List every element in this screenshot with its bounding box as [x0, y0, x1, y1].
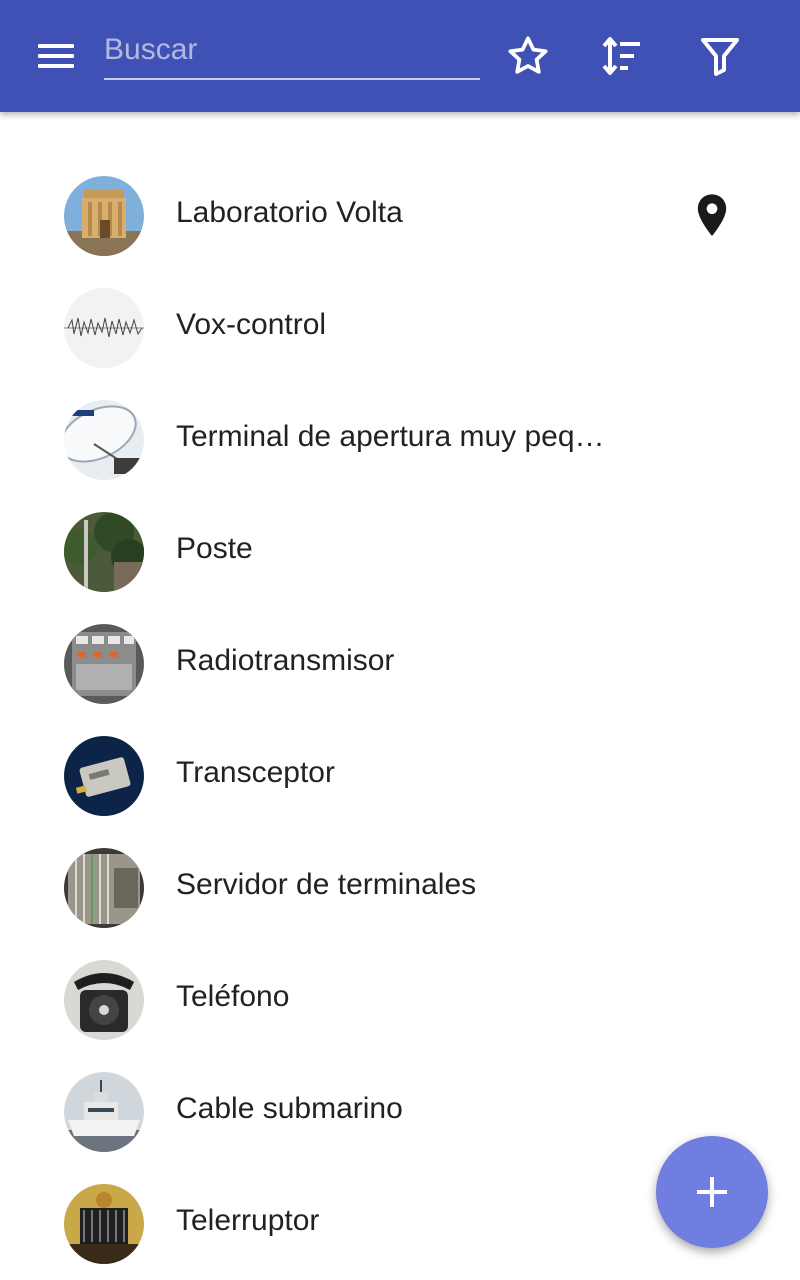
list-item[interactable]: Laboratorio Volta — [0, 160, 800, 272]
terminal-server-photo — [64, 848, 144, 928]
plus-icon — [697, 1177, 727, 1207]
radio-equipment-photo — [64, 624, 144, 704]
list-item[interactable]: Terminal de apertura muy peq… — [0, 384, 800, 496]
utility-pole-photo — [64, 512, 144, 592]
item-label: Terminal de apertura muy peq… — [176, 420, 605, 453]
item-label: Vox-control — [176, 308, 327, 341]
list-item[interactable]: Servidor de terminales — [0, 832, 800, 944]
favorites-button[interactable] — [504, 32, 552, 80]
search-input[interactable] — [104, 22, 480, 80]
list-item[interactable]: Radiotransmisor — [0, 608, 800, 720]
transceiver-module-photo — [64, 736, 144, 816]
sort-button[interactable] — [598, 32, 646, 80]
list-item[interactable]: Poste — [0, 496, 800, 608]
item-label: Radiotransmisor — [176, 644, 395, 677]
star-outline-icon — [508, 36, 548, 74]
item-label: Poste — [176, 532, 253, 565]
item-label: Laboratorio Volta — [176, 196, 403, 229]
menu-button[interactable] — [36, 40, 76, 72]
sort-icon — [602, 37, 640, 75]
app-bar — [0, 0, 800, 112]
item-label: Teléfono — [176, 980, 290, 1013]
filter-button[interactable] — [696, 32, 744, 80]
cable-ship-photo — [64, 1072, 144, 1152]
add-button[interactable] — [656, 1136, 768, 1248]
menu-icon — [38, 44, 74, 48]
search-container — [104, 22, 480, 82]
list-item[interactable]: Transceptor — [0, 720, 800, 832]
item-label: Cable submarino — [176, 1092, 403, 1125]
list-item[interactable]: Teléfono — [0, 944, 800, 1056]
menu-icon-bar — [38, 64, 74, 68]
location-pin-icon[interactable] — [692, 192, 732, 240]
relay-device-photo — [64, 1184, 144, 1264]
item-label: Transceptor — [176, 756, 335, 789]
rotary-phone-photo — [64, 960, 144, 1040]
satellite-dish-photo — [64, 400, 144, 480]
waveform-photo — [64, 288, 144, 368]
list-item[interactable]: Vox-control — [0, 272, 800, 384]
building-photo — [64, 176, 144, 256]
item-label: Telerruptor — [176, 1204, 320, 1237]
menu-icon-bar — [38, 54, 74, 58]
item-label: Servidor de terminales — [176, 868, 477, 901]
filter-icon — [701, 38, 739, 76]
